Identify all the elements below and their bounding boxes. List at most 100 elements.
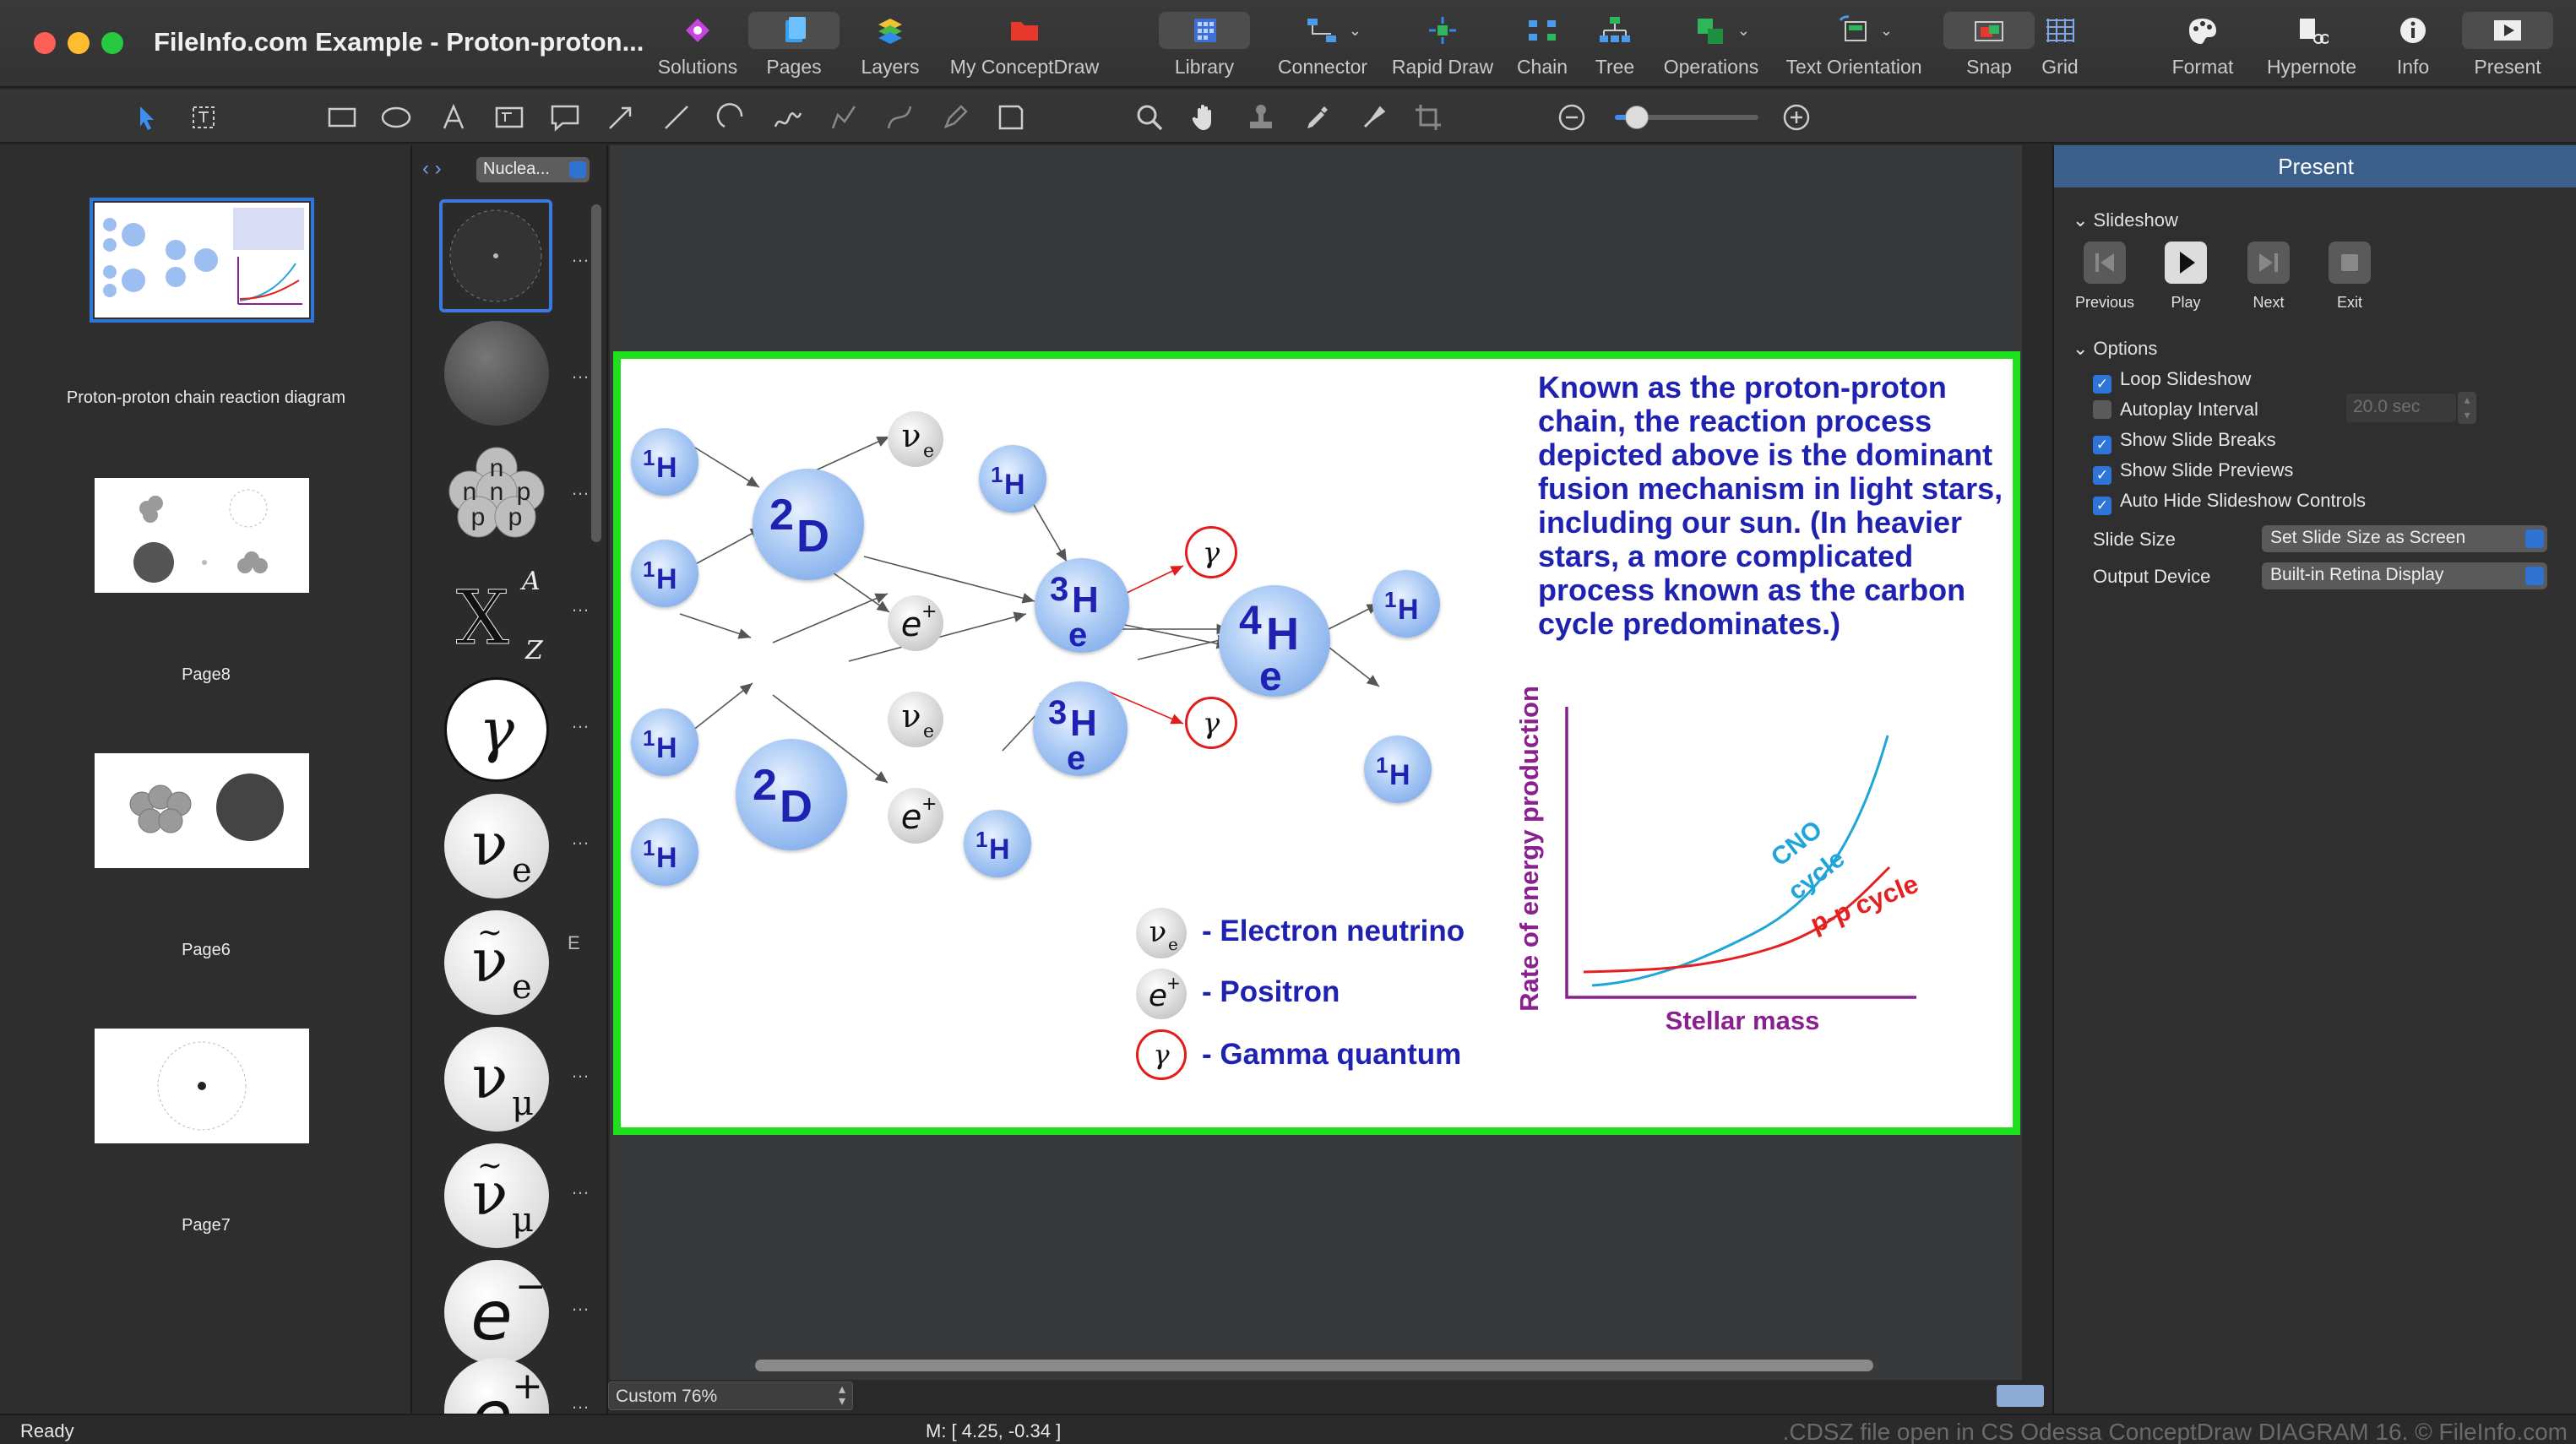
zoom-slider[interactable]: [1615, 106, 1758, 129]
more-dots-icon[interactable]: …: [571, 711, 590, 733]
isotope-notation-icon[interactable]: XA Z: [444, 557, 549, 665]
autoplay-interval-input[interactable]: 20.0 sec: [2346, 394, 2456, 422]
view-mode-toggle[interactable]: [1997, 1385, 2044, 1407]
toolbar-operations[interactable]: ⌄ Operations: [1660, 15, 1762, 83]
more-dots-icon[interactable]: …: [571, 361, 590, 383]
previous-button[interactable]: Previous: [2062, 242, 2147, 312]
toolbar-info[interactable]: Info: [2392, 15, 2434, 83]
exit-button[interactable]: Exit: [2307, 242, 2392, 312]
toolbar-hypernote[interactable]: Hypernote: [2264, 15, 2360, 83]
format-painter-icon[interactable]: [1356, 101, 1389, 133]
toolbar-layers[interactable]: Layers: [856, 15, 924, 83]
toolbar-rapid-draw[interactable]: Rapid Draw: [1390, 15, 1495, 83]
more-dots-icon[interactable]: …: [571, 594, 590, 616]
deuterium-atom[interactable]: 2D: [753, 469, 864, 580]
more-dots-icon[interactable]: …: [571, 828, 590, 850]
crop-icon[interactable]: [1412, 101, 1444, 133]
freehand-icon[interactable]: [772, 101, 804, 133]
more-dots-icon[interactable]: …: [571, 1392, 590, 1414]
hydrogen-atom[interactable]: 1H: [964, 810, 1031, 877]
more-dots-icon[interactable]: …: [571, 478, 590, 500]
deuterium-atom[interactable]: 2D: [736, 739, 847, 850]
text-tool-icon[interactable]: [437, 101, 470, 133]
toolbar-snap[interactable]: Snap: [1943, 12, 2035, 83]
pen-icon[interactable]: [939, 101, 971, 133]
select-arrow-icon[interactable]: [132, 101, 164, 133]
search-icon[interactable]: [1133, 101, 1166, 133]
rectangle-icon[interactable]: [326, 101, 358, 133]
muon-neutrino-icon[interactable]: νμ: [444, 1027, 549, 1132]
slide-size-select[interactable]: Set Slide Size as Screen: [2262, 525, 2547, 552]
gamma-quantum-particle[interactable]: γ: [1185, 697, 1237, 749]
toolbar-my-conceptdraw[interactable]: My ConceptDraw: [944, 15, 1105, 83]
toolbar-format[interactable]: Format: [2169, 15, 2236, 83]
zoom-in-icon[interactable]: [1780, 101, 1812, 133]
toolbar-connector[interactable]: ⌄ Connector: [1274, 15, 1372, 83]
neutron-proton-cluster-icon[interactable]: nnnppp: [444, 439, 549, 544]
autoplay-interval-checkbox[interactable]: Autoplay Interval: [2093, 399, 2258, 421]
electron-antineutrino-icon[interactable]: ν ~ e: [444, 910, 549, 1015]
toolbar-grid[interactable]: Grid: [2039, 15, 2081, 83]
electron-neutrino-particle[interactable]: νe: [888, 692, 943, 747]
more-dots-icon[interactable]: …: [571, 1177, 590, 1199]
play-button[interactable]: Play: [2144, 242, 2228, 312]
page-thumbnail-page8[interactable]: [95, 478, 309, 593]
positron-particle[interactable]: e +: [888, 788, 943, 844]
autoplay-stepper[interactable]: ▴ ▾: [2458, 392, 2476, 424]
positron-icon[interactable]: e+: [444, 1358, 549, 1444]
hand-pan-icon[interactable]: [1189, 101, 1221, 133]
zoom-window-button[interactable]: [101, 32, 123, 54]
loop-slideshow-checkbox[interactable]: ✓ Loop Slideshow: [2093, 368, 2251, 394]
page-thumbnail-proton-proton[interactable]: [90, 198, 314, 323]
minimize-window-button[interactable]: [68, 32, 90, 54]
hydrogen-atom[interactable]: 1H: [1364, 736, 1432, 803]
gamma-quantum-particle[interactable]: γ: [1185, 526, 1237, 578]
show-slide-previews-checkbox[interactable]: ✓ Show Slide Previews: [2093, 459, 2293, 485]
toolbar-text-orientation[interactable]: ⌄ Text Orientation: [1782, 15, 1926, 83]
slideshow-section[interactable]: ⌄ Slideshow: [2073, 209, 2178, 231]
page-thumbnail-page6[interactable]: [95, 753, 309, 868]
positron-particle[interactable]: e +: [888, 595, 943, 651]
next-button[interactable]: Next: [2226, 242, 2311, 312]
helium-3-atom[interactable]: 3He: [1035, 558, 1129, 653]
show-slide-breaks-checkbox[interactable]: ✓ Show Slide Breaks: [2093, 429, 2276, 454]
nucleus-dark-icon[interactable]: [444, 321, 549, 426]
zoom-out-icon[interactable]: [1556, 101, 1588, 133]
toolbar-pages[interactable]: Pages: [748, 12, 840, 83]
ellipse-icon[interactable]: [380, 101, 412, 133]
toolbar-tree[interactable]: Tree: [1590, 15, 1640, 83]
nucleus-icon[interactable]: [439, 199, 552, 312]
toolbar-library[interactable]: Library: [1159, 12, 1250, 83]
shape-edit-icon[interactable]: [995, 101, 1027, 133]
muon-antineutrino-icon[interactable]: ν ~ μ: [444, 1143, 549, 1248]
hydrogen-atom[interactable]: 1H: [631, 540, 698, 607]
toolbar-solutions[interactable]: Solutions: [655, 15, 740, 83]
hydrogen-atom[interactable]: 1H: [979, 445, 1046, 513]
drawing-canvas[interactable]: 1H 1H 1H 1H 1H 1H 1H 1H 2D 2D 3He 3He 4H…: [610, 145, 2022, 1380]
helium-4-atom[interactable]: 4He: [1219, 585, 1330, 697]
electron-neutrino-particle[interactable]: νe: [888, 411, 943, 467]
electron-icon[interactable]: e −: [444, 1260, 549, 1365]
options-section[interactable]: ⌄ Options: [2073, 338, 2157, 360]
toolbar-present[interactable]: Present: [2462, 12, 2553, 83]
hydrogen-atom[interactable]: 1H: [631, 708, 698, 776]
hydrogen-atom[interactable]: 1H: [631, 818, 698, 886]
helium-3-atom[interactable]: 3He: [1033, 681, 1128, 776]
more-dots-icon[interactable]: …: [571, 245, 590, 267]
horizontal-scrollbar[interactable]: [755, 1360, 1873, 1371]
library-nav-arrows[interactable]: ‹ ›: [422, 157, 442, 181]
library-select[interactable]: Nuclea...: [476, 157, 590, 182]
zoom-select[interactable]: Custom 76% ▴ ▾: [608, 1382, 853, 1410]
hydrogen-atom[interactable]: 1H: [1372, 570, 1440, 638]
arrow-line-icon[interactable]: [605, 101, 637, 133]
zoom-slider-knob[interactable]: [1624, 106, 1649, 129]
toolbar-chain[interactable]: Chain: [1515, 15, 1569, 83]
eyedropper-icon[interactable]: [1301, 101, 1333, 133]
polyline-icon[interactable]: [828, 101, 860, 133]
gamma-icon[interactable]: γ: [444, 677, 549, 782]
slide-frame[interactable]: 1H 1H 1H 1H 1H 1H 1H 1H 2D 2D 3He 3He 4H…: [613, 351, 2020, 1135]
text-select-icon[interactable]: [187, 101, 220, 133]
page-thumbnail-page7[interactable]: [95, 1029, 309, 1143]
stamp-icon[interactable]: [1245, 101, 1277, 133]
auto-hide-controls-checkbox[interactable]: ✓ Auto Hide Slideshow Controls: [2093, 490, 2366, 515]
